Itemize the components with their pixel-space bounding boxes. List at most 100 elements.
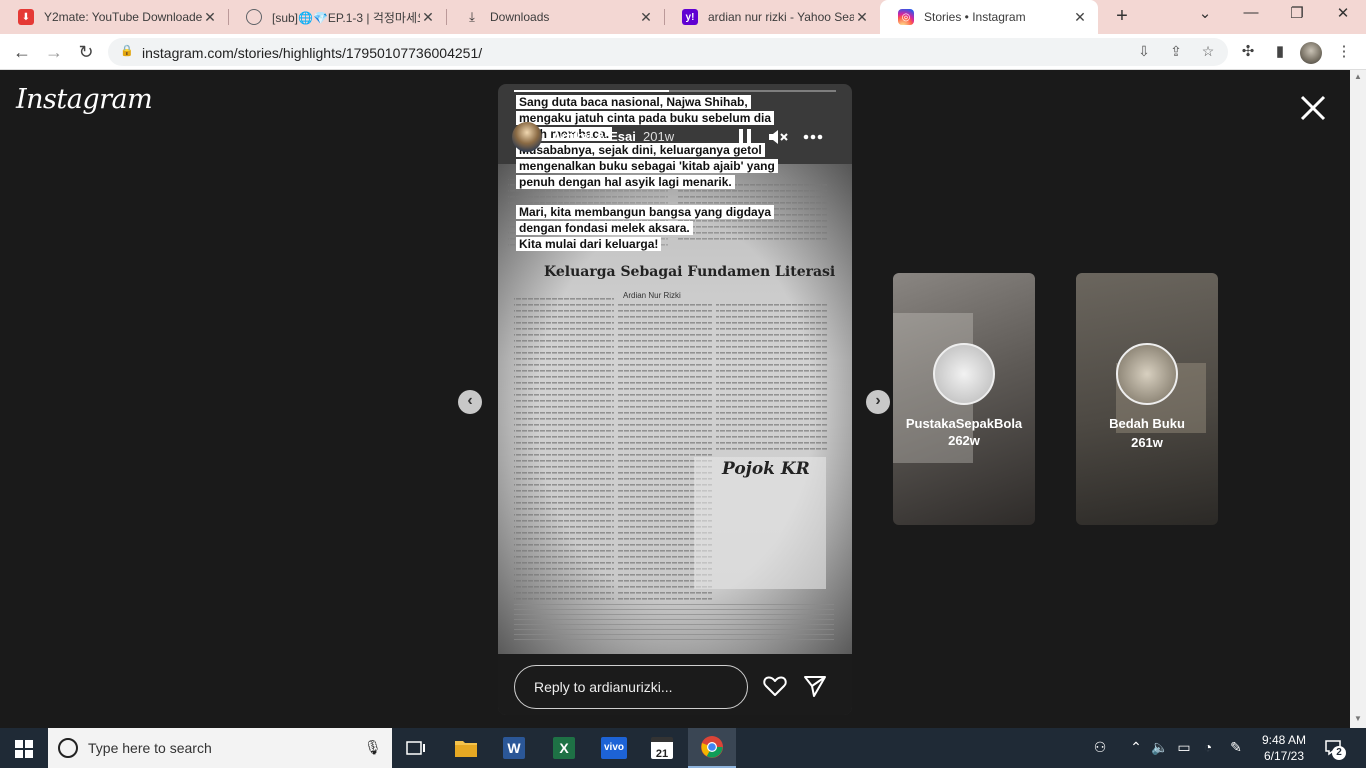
calendar-app-icon[interactable]: 21: [638, 728, 686, 768]
reply-input[interactable]: Reply to ardianurizki...: [514, 665, 748, 709]
story-progress-fill: [514, 90, 669, 92]
scroll-down-arrow[interactable]: ▼: [1354, 714, 1362, 723]
battery-icon[interactable]: ▭: [1174, 739, 1194, 756]
highlight-name: PustakaSepakBola: [905, 416, 1023, 431]
caption-line: penuh dengan hal asyik lagi menarik.: [516, 175, 735, 189]
story-caption-2: Mari, kita membangun bangsa yang digdaya…: [516, 204, 846, 252]
pause-icon[interactable]: [734, 126, 756, 148]
tab-title: ardian nur rizki - Yahoo Search: [708, 10, 854, 24]
cortana-icon: [58, 738, 78, 758]
article-headline: Keluarga Sebagai Fundamen Literasi: [544, 264, 836, 280]
instagram-icon: ◎: [898, 9, 914, 25]
reload-button[interactable]: ↻: [74, 40, 98, 64]
caption-line: Sang duta baca nasional, Najwa Shihab,: [516, 95, 751, 109]
tab-downloads[interactable]: ⤓ Downloads ✕: [446, 0, 664, 34]
scroll-up-arrow[interactable]: ▲: [1354, 72, 1362, 81]
highlight-preview-bedah-buku[interactable]: Bedah Buku 261w: [1076, 273, 1218, 525]
send-icon[interactable]: [802, 673, 828, 699]
story-progress-bar: [514, 90, 836, 92]
chrome-icon[interactable]: [688, 728, 736, 768]
heart-icon[interactable]: [762, 673, 788, 699]
tab-title: Y2mate: YouTube Downloader: [44, 10, 202, 24]
notification-center-icon[interactable]: 2: [1324, 738, 1346, 760]
volume-icon[interactable]: 🔈: [1150, 739, 1170, 756]
previous-story-button[interactable]: ‹: [458, 390, 482, 414]
tab-strip: ⬇ Y2mate: YouTube Downloader ✕ [sub]🌐💎EP…: [0, 0, 1366, 34]
close-icon[interactable]: ✕: [420, 9, 436, 26]
address-bar[interactable]: 🔒 instagram.com/stories/highlights/17950…: [108, 38, 1228, 66]
story-header: Artikel & Esai 201w: [512, 122, 842, 152]
restore-button[interactable]: ❐: [1282, 4, 1312, 22]
menu-kebab-icon[interactable]: ⋮: [1333, 41, 1355, 63]
notification-count-badge: 2: [1332, 746, 1346, 760]
close-icon[interactable]: ✕: [1072, 9, 1088, 26]
tab-y2mate[interactable]: ⬇ Y2mate: YouTube Downloader ✕: [0, 0, 228, 34]
file-explorer-icon[interactable]: [442, 728, 490, 768]
lock-icon[interactable]: 🔒: [120, 44, 134, 58]
taskbar-clock[interactable]: 9:48 AM 6/17/23: [1254, 732, 1314, 764]
story-age: 201w: [643, 129, 675, 144]
clock-date: 6/17/23: [1263, 749, 1305, 763]
calendar-date-label: 21: [651, 737, 673, 760]
extensions-icon[interactable]: ✣: [1237, 41, 1259, 63]
minimize-button[interactable]: —: [1236, 4, 1266, 21]
tab-yahoo[interactable]: y! ardian nur rizki - Yahoo Search ✕: [664, 0, 880, 34]
close-icon[interactable]: ✕: [638, 9, 654, 26]
search-placeholder[interactable]: Type here to search: [88, 740, 212, 756]
windows-start-icon[interactable]: [15, 740, 33, 758]
article-byline: Ardian Nur Rizki: [623, 291, 681, 300]
task-view-icon[interactable]: [392, 728, 440, 768]
instagram-logo[interactable]: Instagram: [16, 84, 153, 115]
close-icon[interactable]: [1297, 92, 1329, 124]
caption-line: dengan fondasi melek aksara.: [516, 221, 693, 235]
reply-bar: Reply to ardianurizki...: [498, 654, 852, 715]
excel-icon[interactable]: X: [540, 728, 588, 768]
account-avatar[interactable]: [512, 122, 542, 152]
close-icon[interactable]: ✕: [854, 9, 870, 26]
people-icon[interactable]: ⚇: [1090, 739, 1110, 756]
muted-speaker-icon[interactable]: [767, 126, 789, 148]
share-icon[interactable]: ⇪: [1166, 43, 1186, 61]
tab-title: Stories • Instagram: [924, 10, 1026, 24]
story-card[interactable]: Keluarga Sebagai Fundamen Literasi Ardia…: [498, 84, 852, 715]
tab-title: Downloads: [490, 10, 550, 24]
clock-time: 9:48 AM: [1261, 733, 1307, 747]
account-name[interactable]: Artikel & Esai: [552, 129, 636, 144]
tab-search-icon[interactable]: ⌄: [1190, 4, 1220, 22]
wifi-icon[interactable]: ◔: [1198, 739, 1218, 755]
caption-line: Mari, kita membangun bangsa yang digdaya: [516, 205, 775, 219]
story-viewer: Instagram ‹ › Keluarga Sebagai Fundamen …: [0, 70, 1350, 728]
globe-icon: [246, 9, 262, 25]
forward-button[interactable]: →: [42, 40, 66, 64]
highlight-name: Bedah Buku: [1109, 416, 1185, 431]
tab-instagram[interactable]: ◎ Stories • Instagram ✕: [880, 0, 1098, 34]
taskbar-search[interactable]: Type here to search 🎙: [48, 728, 392, 768]
highlight-preview-pustaka[interactable]: PustakaSepakBola 262w: [893, 273, 1035, 525]
back-button[interactable]: ←: [10, 40, 34, 64]
bookmark-star-icon[interactable]: ☆: [1198, 43, 1218, 61]
caption-line: mengenalkan buku sebagai 'kitab ajaib' y…: [516, 159, 778, 173]
vivo-icon[interactable]: vivo: [590, 728, 638, 768]
install-app-icon[interactable]: ⇩: [1134, 43, 1154, 61]
tab-sub-ep[interactable]: [sub]🌐💎EP.1-3 | 걱정마세요 ✕: [228, 0, 446, 34]
pen-icon[interactable]: ✎: [1226, 739, 1246, 756]
next-story-button[interactable]: ›: [866, 390, 890, 414]
close-icon[interactable]: ✕: [202, 9, 218, 26]
highlight-cover-avatar: [933, 343, 995, 405]
page-scrollbar[interactable]: ▲ ▼: [1350, 70, 1366, 728]
yahoo-icon: y!: [682, 9, 698, 25]
highlight-cover-avatar: [1116, 343, 1178, 405]
vivo-label: vivo: [601, 737, 627, 759]
windows-taskbar: Type here to search 🎙 W X vivo 21 ⚇ ⌃ 🔈 …: [0, 728, 1366, 768]
profile-avatar[interactable]: [1300, 42, 1322, 64]
caption-line: Kita mulai dari keluarga!: [516, 237, 662, 251]
show-hidden-icons-chevron-icon[interactable]: ⌃: [1126, 739, 1146, 756]
microphone-icon[interactable]: 🎙: [364, 739, 382, 756]
side-panel-icon[interactable]: ▮: [1269, 41, 1291, 63]
new-tab-button[interactable]: +: [1110, 5, 1134, 28]
more-options-icon[interactable]: [802, 126, 824, 148]
pojok-title: Pojok KR: [722, 459, 810, 479]
close-window-button[interactable]: ✕: [1328, 4, 1358, 22]
word-icon[interactable]: W: [490, 728, 538, 768]
url-text[interactable]: instagram.com/stories/highlights/1795010…: [142, 45, 482, 61]
